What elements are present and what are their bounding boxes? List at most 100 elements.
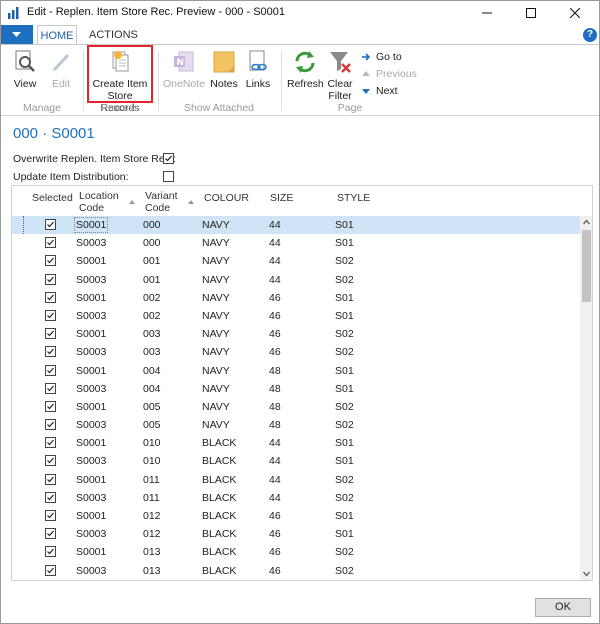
cell-style[interactable]: S01: [335, 292, 354, 304]
cell-variant-code[interactable]: 013: [143, 546, 161, 558]
cell-style[interactable]: S02: [335, 474, 354, 486]
row-indicator[interactable]: [12, 507, 24, 525]
cell-variant-code[interactable]: 005: [143, 401, 161, 413]
cell-location-code[interactable]: S0003: [76, 419, 106, 431]
cell-colour[interactable]: NAVY: [202, 255, 230, 267]
cell-variant-code[interactable]: 002: [143, 310, 161, 322]
cell-colour[interactable]: NAVY: [202, 383, 230, 395]
table-row[interactable]: S0003 001 NAVY 44 S02: [12, 271, 580, 289]
cell-colour[interactable]: BLACK: [202, 546, 236, 558]
row-indicator[interactable]: [12, 343, 24, 361]
table-row[interactable]: S0001 013 BLACK 46 S02: [12, 543, 580, 561]
row-indicator[interactable]: [12, 489, 24, 507]
tab-actions[interactable]: ACTIONS: [83, 25, 144, 45]
cell-style[interactable]: S01: [335, 383, 354, 395]
table-row[interactable]: S0001 012 BLACK 46 S01: [12, 507, 580, 525]
cell-size[interactable]: 46: [269, 528, 281, 540]
row-indicator[interactable]: [12, 380, 24, 398]
cell-style[interactable]: S01: [335, 528, 354, 540]
table-row[interactable]: S0003 000 NAVY 44 S01: [12, 234, 580, 252]
cell-colour[interactable]: NAVY: [202, 274, 230, 286]
cell-location-code[interactable]: S0001: [76, 437, 106, 449]
cell-size[interactable]: 46: [269, 292, 281, 304]
cell-size[interactable]: 46: [269, 328, 281, 340]
row-selected-checkbox[interactable]: [45, 437, 56, 449]
cell-location-code[interactable]: S0001: [76, 365, 106, 377]
cell-style[interactable]: S02: [335, 419, 354, 431]
cell-size[interactable]: 46: [269, 565, 281, 577]
cell-variant-code[interactable]: 001: [143, 255, 161, 267]
table-row[interactable]: S0001 004 NAVY 48 S01: [12, 362, 580, 380]
row-indicator[interactable]: [12, 289, 24, 307]
cell-colour[interactable]: NAVY: [202, 346, 230, 358]
maximize-button[interactable]: [509, 1, 553, 25]
row-selected-checkbox[interactable]: [45, 346, 56, 358]
row-indicator[interactable]: [12, 525, 24, 543]
row-indicator[interactable]: [12, 543, 24, 561]
scroll-up-button[interactable]: [580, 216, 592, 228]
row-selected-checkbox[interactable]: [45, 510, 56, 521]
table-row[interactable]: S0001 002 NAVY 46 S01: [12, 289, 580, 307]
cell-variant-code[interactable]: 002: [143, 292, 161, 304]
cell-colour[interactable]: NAVY: [202, 328, 230, 340]
cell-size[interactable]: 46: [269, 546, 281, 558]
cell-variant-code[interactable]: 003: [143, 346, 161, 358]
cell-location-code[interactable]: S0001: [73, 217, 109, 233]
cell-variant-code[interactable]: 005: [143, 419, 161, 431]
cell-size[interactable]: 46: [269, 310, 281, 322]
row-selected-checkbox[interactable]: [45, 291, 56, 303]
cell-style[interactable]: S01: [335, 437, 354, 449]
row-indicator[interactable]: [12, 562, 24, 580]
cell-size[interactable]: 44: [269, 219, 281, 231]
goto-button[interactable]: Go to: [361, 51, 402, 63]
cell-style[interactable]: S01: [335, 510, 354, 522]
row-selected-checkbox[interactable]: [45, 546, 56, 558]
cell-style[interactable]: S02: [335, 328, 354, 340]
previous-button[interactable]: Previous: [361, 68, 417, 80]
col-header-style[interactable]: STYLE: [337, 192, 370, 204]
cell-location-code[interactable]: S0003: [76, 492, 106, 504]
cell-size[interactable]: 44: [269, 274, 281, 286]
cell-variant-code[interactable]: 011: [143, 474, 160, 486]
row-selected-checkbox[interactable]: [45, 328, 56, 340]
cell-location-code[interactable]: S0001: [76, 474, 106, 486]
col-header-selected[interactable]: Selected: [32, 192, 73, 204]
cell-colour[interactable]: BLACK: [202, 455, 236, 467]
table-row[interactable]: S0001 010 BLACK 44 S01: [12, 434, 580, 452]
cell-style[interactable]: S02: [335, 346, 354, 358]
row-selected-checkbox[interactable]: [45, 273, 56, 285]
cell-style[interactable]: S01: [335, 455, 354, 467]
cell-variant-code[interactable]: 012: [143, 528, 161, 540]
row-indicator[interactable]: [12, 398, 24, 416]
help-icon[interactable]: ?: [583, 28, 597, 42]
cell-style[interactable]: S02: [335, 274, 354, 286]
vertical-scrollbar[interactable]: [580, 216, 592, 580]
row-indicator[interactable]: [12, 471, 24, 489]
cell-colour[interactable]: BLACK: [202, 474, 236, 486]
cell-colour[interactable]: NAVY: [202, 292, 230, 304]
cell-size[interactable]: 48: [269, 365, 281, 377]
col-header-size[interactable]: SIZE: [270, 192, 293, 204]
cell-colour[interactable]: BLACK: [202, 565, 236, 577]
cell-colour[interactable]: NAVY: [202, 237, 230, 249]
cell-location-code[interactable]: S0003: [76, 528, 106, 540]
cell-location-code[interactable]: S0001: [76, 546, 106, 558]
cell-variant-code[interactable]: 004: [143, 383, 161, 395]
scrollbar-thumb[interactable]: [582, 230, 591, 302]
table-row[interactable]: S0003 012 BLACK 46 S01: [12, 525, 580, 543]
ok-button[interactable]: OK: [535, 598, 591, 617]
cell-variant-code[interactable]: 012: [143, 510, 161, 522]
cell-colour[interactable]: NAVY: [202, 401, 230, 413]
row-indicator[interactable]: [12, 325, 24, 343]
onenote-button[interactable]: N OneNote: [163, 49, 205, 90]
table-row[interactable]: S0003 003 NAVY 46 S02: [12, 343, 580, 361]
table-row[interactable]: S0003 002 NAVY 46 S01: [12, 307, 580, 325]
row-indicator[interactable]: [12, 234, 24, 252]
cell-style[interactable]: S01: [335, 237, 354, 249]
tab-home[interactable]: HOME: [37, 25, 77, 45]
cell-size[interactable]: 44: [269, 455, 281, 467]
cell-location-code[interactable]: S0003: [76, 310, 106, 322]
application-menu-button[interactable]: [1, 25, 33, 45]
row-selected-checkbox[interactable]: [45, 382, 56, 394]
cell-variant-code[interactable]: 011: [143, 492, 160, 504]
